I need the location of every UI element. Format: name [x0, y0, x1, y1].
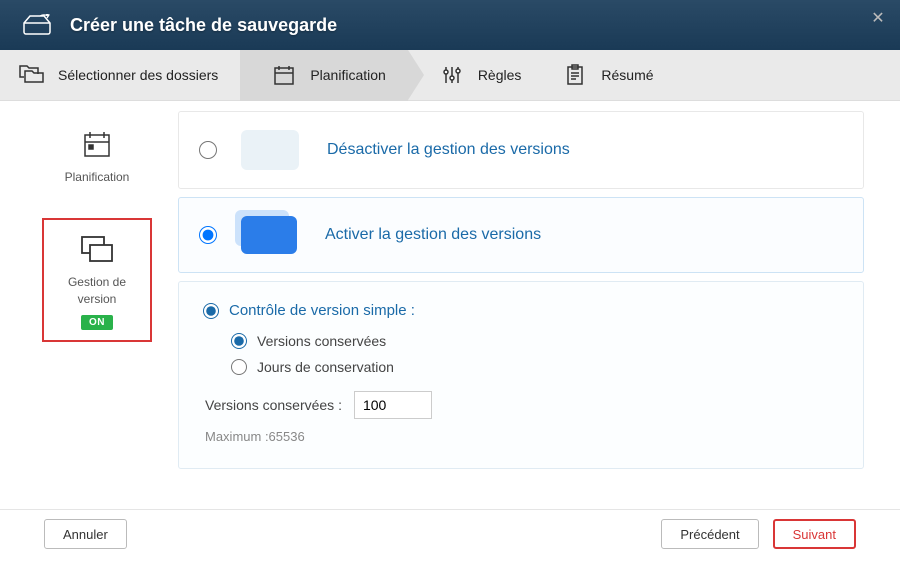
sidebar: Planification Gestion de version ON: [0, 111, 178, 509]
status-badge-on: ON: [81, 315, 113, 330]
wizard-tabs: Sélectionner des dossiers Planification …: [0, 50, 900, 101]
sidebar-item-planning[interactable]: Planification: [52, 121, 142, 194]
version-settings-panel: Contrôle de version simple : Versions co…: [178, 281, 864, 469]
sidebar-item-label: Gestion de version: [48, 274, 146, 308]
thumb-disabled-icon: [241, 130, 299, 170]
radio-simple-mode[interactable]: Contrôle de version simple :: [203, 302, 839, 319]
sidebar-item-label: Planification: [52, 169, 142, 186]
radio-input[interactable]: [203, 303, 219, 319]
radio-input[interactable]: [231, 359, 247, 375]
tab-planning[interactable]: Planification: [240, 50, 408, 101]
scroll-area[interactable]: Désactiver la gestion des versions Activ…: [178, 111, 870, 507]
field-label: Versions conservées :: [205, 397, 342, 413]
tab-summary[interactable]: Résumé: [543, 50, 675, 101]
cancel-button[interactable]: Annuler: [44, 519, 127, 549]
radio-label: Contrôle de version simple :: [229, 302, 415, 319]
main-content: Planification Gestion de version ON Désa…: [0, 101, 900, 509]
option-disable-versioning[interactable]: Désactiver la gestion des versions: [178, 111, 864, 189]
previous-button[interactable]: Précédent: [661, 519, 758, 549]
tab-label: Résumé: [601, 67, 653, 83]
simple-mode-options: Versions conservées Jours de conservatio…: [203, 333, 839, 375]
dialog-title: Créer une tâche de sauvegarde: [70, 15, 337, 36]
sliders-icon: [438, 63, 466, 87]
next-button[interactable]: Suivant: [773, 519, 856, 549]
radio-keep-versions[interactable]: Versions conservées: [231, 333, 839, 349]
dialog-footer: Annuler Précédent Suivant: [0, 509, 900, 558]
radio-input[interactable]: [231, 333, 247, 349]
thumb-enabled-icon: [241, 216, 297, 254]
backup-drive-icon: [20, 13, 54, 37]
versions-count-field: Versions conservées :: [203, 391, 839, 419]
clipboard-icon: [561, 63, 589, 87]
versions-icon: [79, 234, 115, 264]
option-label: Désactiver la gestion des versions: [327, 141, 570, 159]
option-label: Activer la gestion des versions: [325, 226, 541, 244]
tab-label: Planification: [310, 67, 386, 83]
calendar-icon: [270, 63, 298, 87]
content-area: Désactiver la gestion des versions Activ…: [178, 111, 900, 509]
tab-label: Sélectionner des dossiers: [58, 67, 218, 83]
calendar-icon: [79, 129, 115, 159]
tab-label: Règles: [478, 67, 522, 83]
tab-select-folders[interactable]: Sélectionner des dossiers: [0, 50, 240, 101]
max-hint: Maximum :65536: [203, 429, 839, 444]
tab-rules[interactable]: Règles: [408, 50, 544, 101]
option-enable-versioning[interactable]: Activer la gestion des versions: [178, 197, 864, 273]
radio-label: Jours de conservation: [257, 359, 394, 375]
radio-keep-days[interactable]: Jours de conservation: [231, 359, 839, 375]
dialog-header: Créer une tâche de sauvegarde: [0, 0, 900, 50]
radio-label: Versions conservées: [257, 333, 386, 349]
radio-disable[interactable]: [199, 141, 217, 159]
folder-share-icon: [18, 63, 46, 87]
radio-enable[interactable]: [199, 226, 217, 244]
sidebar-item-versioning[interactable]: Gestion de version ON: [42, 218, 152, 343]
versions-count-input[interactable]: [354, 391, 432, 419]
close-button[interactable]: ✕: [870, 10, 886, 26]
